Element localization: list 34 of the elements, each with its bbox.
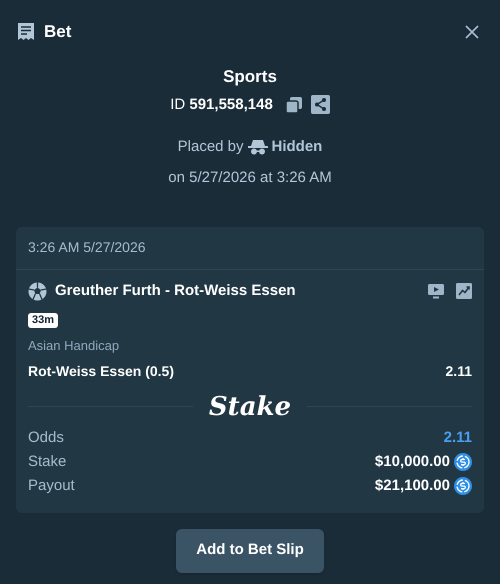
close-icon [464,24,480,40]
market-name: Asian Handicap [28,338,120,352]
share-button[interactable] [310,95,330,114]
placed-date: on 5/27/2026 at 3:26 AM [168,168,332,188]
placed-by-user: Hidden [272,137,322,157]
copy-button[interactable] [284,96,303,114]
selection-odds: 2.11 [446,362,472,380]
stats-button[interactable] [456,283,472,300]
share-icon [310,95,330,114]
selection-name: Rot-Weiss Essen (0.5) [28,362,174,381]
coin-icon [454,477,472,495]
odds-value: 2.11 [444,428,472,448]
receipt-icon [16,22,36,42]
soccer-ball-icon [28,282,47,301]
total-label: Payout [28,476,75,496]
stake-logo: Stake [208,390,292,424]
live-time-badge: 33m [28,312,58,328]
bet-category: Sports [223,66,277,88]
total-label: Stake [28,452,66,472]
chart-icon [456,283,472,300]
event-name: Greuther Furth - Rot-Weiss Essen [55,281,296,301]
placed-by-label: Placed by [178,137,244,157]
total-label: Odds [28,428,64,448]
amount-value: $10,000.00 [374,452,450,472]
monitor-play-icon [428,284,444,299]
live-stream-button[interactable] [428,284,444,299]
dialog-title: Bet [44,21,72,44]
incognito-icon [248,139,268,156]
add-to-bet-slip-button[interactable]: Add to Bet Slip [176,528,324,572]
copy-icon [284,96,303,114]
bet-id: ID 591,558,148 [170,94,273,114]
coin-icon [454,453,472,471]
bet-timestamp: 3:26 AM 5/27/2026 [28,239,146,255]
amount-value: $21,100.00 [374,476,450,496]
